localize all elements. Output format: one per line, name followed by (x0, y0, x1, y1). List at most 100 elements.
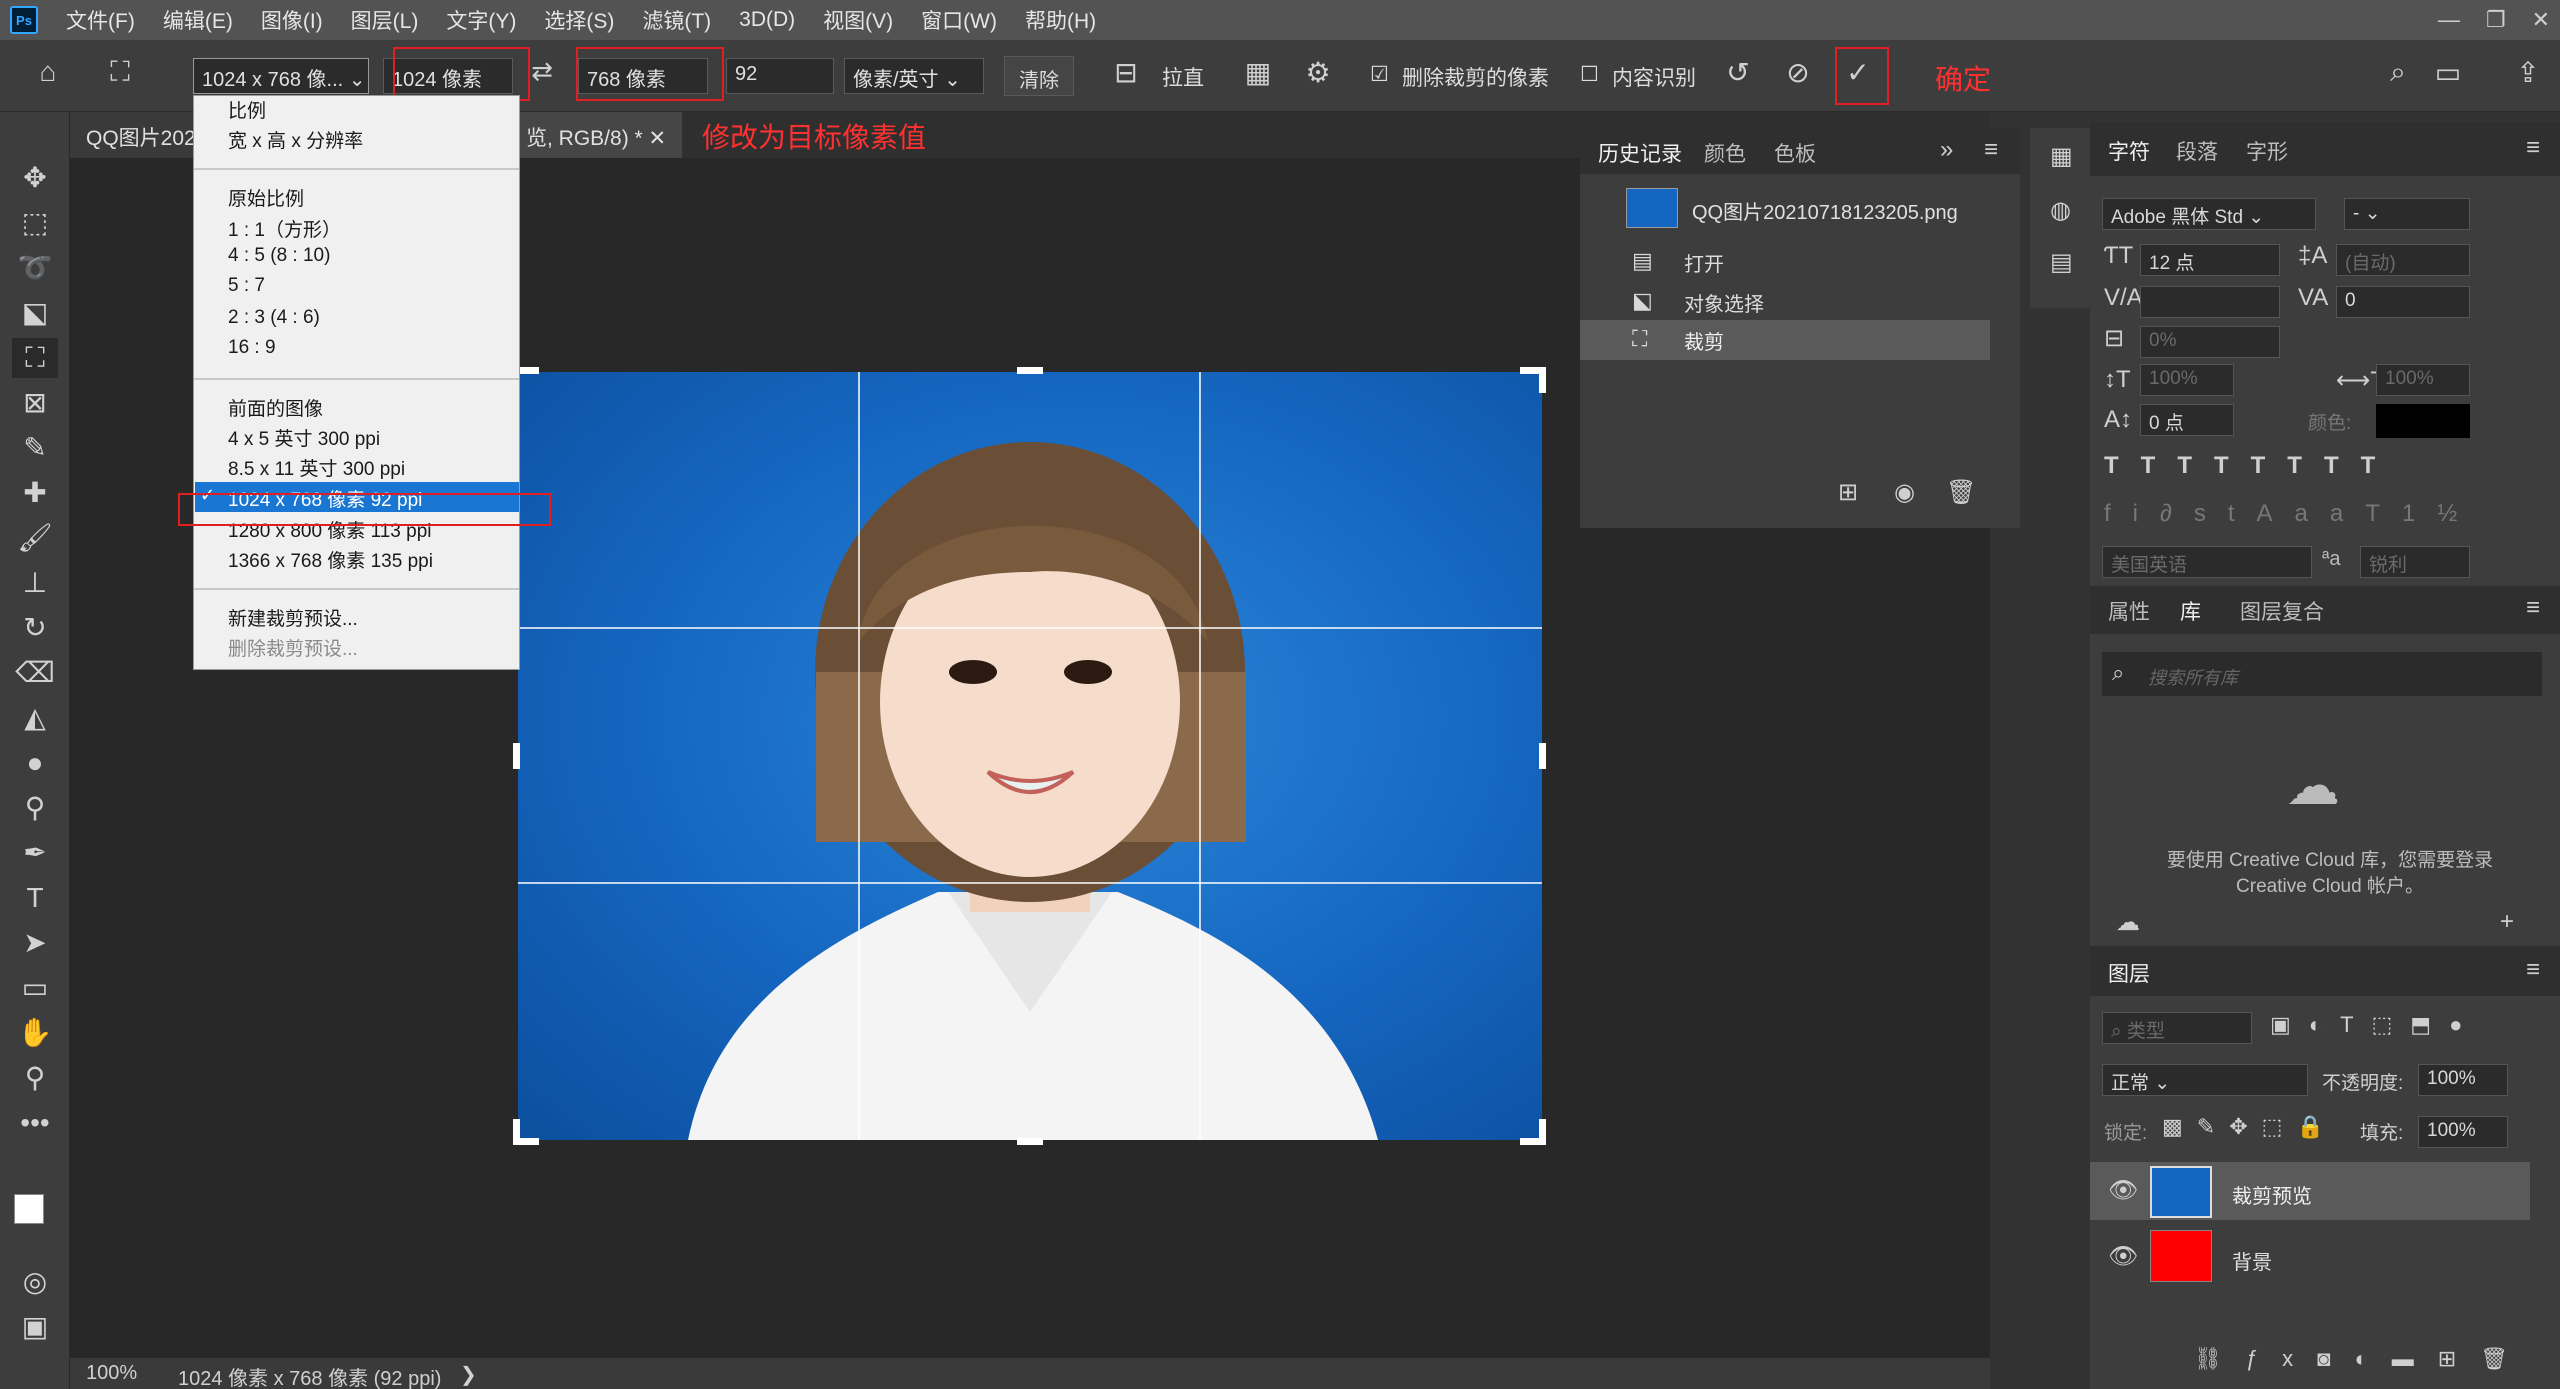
tab-layer-comps[interactable]: 图层复合 (2240, 596, 2324, 626)
crop-handle-top-right[interactable] (1539, 367, 1546, 393)
delete-cropped-checkbox[interactable]: ☑ (1370, 62, 1389, 87)
font-style-select[interactable]: - ⌄ (2344, 198, 2470, 230)
resolution-input[interactable]: 92 (726, 58, 834, 94)
settings-gear-icon[interactable]: ⚙ (1298, 56, 1338, 89)
crop-handle-top[interactable] (1017, 367, 1043, 374)
tab-glyphs[interactable]: 字形 (2246, 136, 2288, 166)
content-aware-checkbox[interactable]: ☐ (1580, 62, 1599, 87)
lock-icons[interactable]: ▩✎✥⬚🔒 (2162, 1114, 2338, 1140)
clear-button[interactable]: 清除 (1004, 56, 1074, 96)
lasso-tool-icon[interactable]: ➰ (12, 248, 58, 288)
crop-handle-bottom-right[interactable] (1539, 1119, 1546, 1145)
doc-tab-2[interactable]: 览, RGB/8) * ✕ (510, 112, 683, 158)
minimize-icon[interactable]: — (2438, 7, 2460, 33)
crop-handle-bottom-left[interactable] (513, 1119, 520, 1145)
share-icon[interactable]: ⇪ (2508, 56, 2548, 89)
opacity-input[interactable]: 100% (2418, 1064, 2508, 1096)
frame-tool-icon[interactable]: ⊠ (12, 383, 58, 423)
straighten-label[interactable]: 拉直 (1162, 62, 1204, 92)
tab-layers[interactable]: 图层 (2108, 958, 2150, 988)
type-tool-icon[interactable]: T (12, 878, 58, 918)
menu-help[interactable]: 帮助(H) (1025, 5, 1096, 35)
menu-edit[interactable]: 编辑(E) (163, 5, 233, 35)
menu-filter[interactable]: 滤镜(T) (642, 5, 711, 35)
baseline-shift-input[interactable]: 0 点 (2140, 404, 2234, 436)
tab-history[interactable]: 历史记录 (1598, 138, 1682, 168)
antialias-select[interactable]: 锐利 (2360, 546, 2470, 578)
move-tool-icon[interactable]: ✥ (12, 158, 58, 198)
cloud-sync-icon[interactable]: ☁ (2116, 908, 2140, 937)
font-family-select[interactable]: Adobe 黑体 Std ⌄ (2102, 198, 2316, 230)
tsume-input[interactable]: 0% (2140, 326, 2280, 358)
font-size-input[interactable]: 12 点 (2140, 244, 2280, 276)
dropdown-item-front-image[interactable]: 前面的图像 (228, 394, 323, 421)
object-select-tool-icon[interactable]: ⬕ (12, 293, 58, 333)
clone-stamp-icon[interactable]: ⊥ (12, 563, 58, 603)
visibility-eye-icon[interactable]: 👁 (2108, 1242, 2138, 1271)
history-panel-icon[interactable]: ▦ (2050, 142, 2073, 171)
history-brush-icon[interactable]: ↻ (12, 608, 58, 648)
crop-preview-photo[interactable] (518, 372, 1542, 1140)
dropdown-item-2-3[interactable]: 2 : 3 (4 : 6) (228, 307, 320, 329)
cancel-crop-icon[interactable]: ⊘ (1778, 56, 1818, 89)
menu-type[interactable]: 文字(Y) (446, 5, 516, 35)
dropdown-item-1-1[interactable]: 1 : 1（方形） (228, 215, 341, 242)
history-snapshot-name[interactable]: QQ图片20210718123205.png (1692, 196, 1958, 225)
dropdown-item-16-9[interactable]: 16 : 9 (228, 337, 276, 359)
crop-handle-left[interactable] (513, 743, 520, 769)
panel-menu-icon[interactable]: ≡ (2526, 956, 2540, 984)
zoom-tool-icon[interactable]: ⚲ (12, 1058, 58, 1098)
hand-tool-icon[interactable]: ✋ (12, 1013, 58, 1053)
close-icon[interactable]: ✕ (2532, 7, 2550, 33)
quick-mask-icon[interactable]: ◎ (12, 1262, 58, 1302)
layer-filter-select[interactable]: ⌕ 类型 (2102, 1012, 2252, 1044)
reset-icon[interactable]: ↺ (1718, 56, 1758, 89)
home-icon[interactable]: ⌂ (28, 56, 68, 88)
text-color-swatch[interactable] (2376, 404, 2470, 438)
layer-actions-icons[interactable]: ⛓ƒx◙◐▬⊞🗑 (2194, 1346, 2532, 1372)
zoom-level[interactable]: 100% (86, 1362, 137, 1385)
tab-swatches[interactable]: 色板 (1774, 138, 1816, 168)
workspace-icon[interactable]: ▭ (2428, 56, 2468, 89)
straighten-icon[interactable]: ⊟ (1106, 56, 1146, 89)
dropdown-item-5-7[interactable]: 5 : 7 (228, 275, 265, 297)
dropdown-item-whr[interactable]: 宽 x 高 x 分辨率 (228, 126, 363, 153)
tab-properties[interactable]: 属性 (2108, 596, 2150, 626)
layer-name-background[interactable]: 背景 (2232, 1246, 2272, 1275)
vertical-scale-input[interactable]: 100% (2140, 364, 2234, 396)
color-panel-icon[interactable]: ◍ (2050, 196, 2071, 225)
overlay-grid-icon[interactable]: ▦ (1238, 56, 1278, 89)
healing-brush-icon[interactable]: ✚ (12, 473, 58, 513)
panel-menu-icon[interactable]: ≡ (2526, 594, 2540, 622)
add-icon[interactable]: + (2500, 908, 2514, 936)
history-step-object-select[interactable]: 对象选择 (1684, 288, 1764, 317)
eyedropper-tool-icon[interactable]: ✎ (12, 428, 58, 468)
pen-tool-icon[interactable]: ✒ (12, 833, 58, 873)
leading-input[interactable]: (自动) (2336, 244, 2470, 276)
screen-mode-icon[interactable]: ▣ (12, 1307, 58, 1347)
snapshot-camera-icon[interactable]: ◉ (1894, 478, 1915, 507)
tab-color[interactable]: 颜色 (1704, 138, 1746, 168)
paint-bucket-icon[interactable]: ◭ (12, 698, 58, 738)
dropdown-item-85x11[interactable]: 8.5 x 11 英寸 300 ppi (228, 454, 405, 481)
history-step-open[interactable]: 打开 (1684, 248, 1724, 277)
marquee-tool-icon[interactable]: ⬚ (12, 203, 58, 243)
kerning-input[interactable] (2140, 286, 2280, 318)
crop-handle-right[interactable] (1539, 743, 1546, 769)
eraser-tool-icon[interactable]: ⌫ (12, 653, 58, 693)
history-step-crop[interactable]: 裁剪 (1684, 326, 1724, 355)
more-tools-icon[interactable]: ••• (12, 1103, 58, 1143)
new-document-from-state-icon[interactable]: ⊞ (1838, 478, 1858, 507)
blur-tool-icon[interactable]: ● (12, 743, 58, 783)
dropdown-item-4-5[interactable]: 4 : 5 (8 : 10) (228, 245, 330, 267)
crop-preset-select[interactable]: 1024 x 768 像... ⌄ (193, 58, 369, 94)
blend-mode-select[interactable]: 正常 ⌄ (2102, 1064, 2308, 1096)
language-select[interactable]: 美国英语 (2102, 546, 2312, 578)
menu-3d[interactable]: 3D(D) (739, 8, 795, 32)
layer-name-crop-preview[interactable]: 裁剪预览 (2232, 1180, 2312, 1209)
delete-trash-icon[interactable]: 🗑 (1946, 478, 1976, 507)
tab-libraries[interactable]: 库 (2180, 596, 2201, 626)
crop-handle-bottom[interactable] (1017, 1138, 1043, 1145)
text-style-buttons[interactable]: TTTTTTTT (2104, 452, 2397, 480)
crop-tool-icon[interactable]: ⛶ (100, 56, 140, 89)
